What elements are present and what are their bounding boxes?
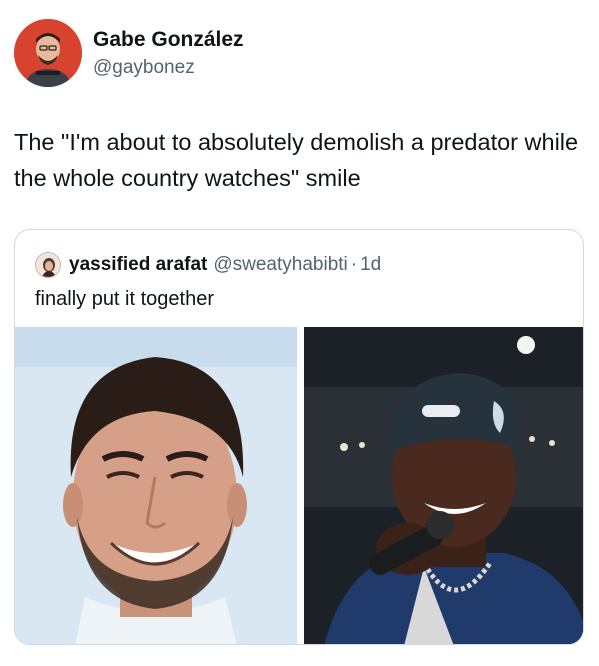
tweet-text: The "I'm about to absolutely demolish a … [14, 129, 579, 191]
media-grid [15, 327, 583, 644]
quoted-tweet-text: finally put it together [35, 288, 214, 310]
photo-right[interactable] [304, 327, 583, 644]
separator-dot: · [350, 254, 358, 275]
quote-author-handle[interactable]: @sweatyhabibti [213, 254, 347, 276]
quoted-tweet-header: yassified arafat @sweatyhabibti · 1d [35, 252, 381, 278]
author-name[interactable]: Gabe González [93, 28, 244, 52]
person-avatar-icon [36, 253, 60, 277]
quote-timestamp[interactable]: 1d [360, 254, 381, 276]
quoted-tweet-card[interactable]: yassified arafat @sweatyhabibti · 1d fin… [14, 229, 584, 645]
smiling-man-photo [15, 327, 297, 644]
photo-left[interactable] [15, 327, 297, 644]
quote-author-avatar[interactable] [35, 252, 61, 278]
performer-with-microphone-photo [304, 327, 583, 644]
person-avatar-icon [14, 19, 82, 87]
quote-author-name[interactable]: yassified arafat [69, 254, 207, 276]
author-handle[interactable]: @gaybonez [93, 57, 195, 79]
author-avatar[interactable] [14, 19, 82, 87]
